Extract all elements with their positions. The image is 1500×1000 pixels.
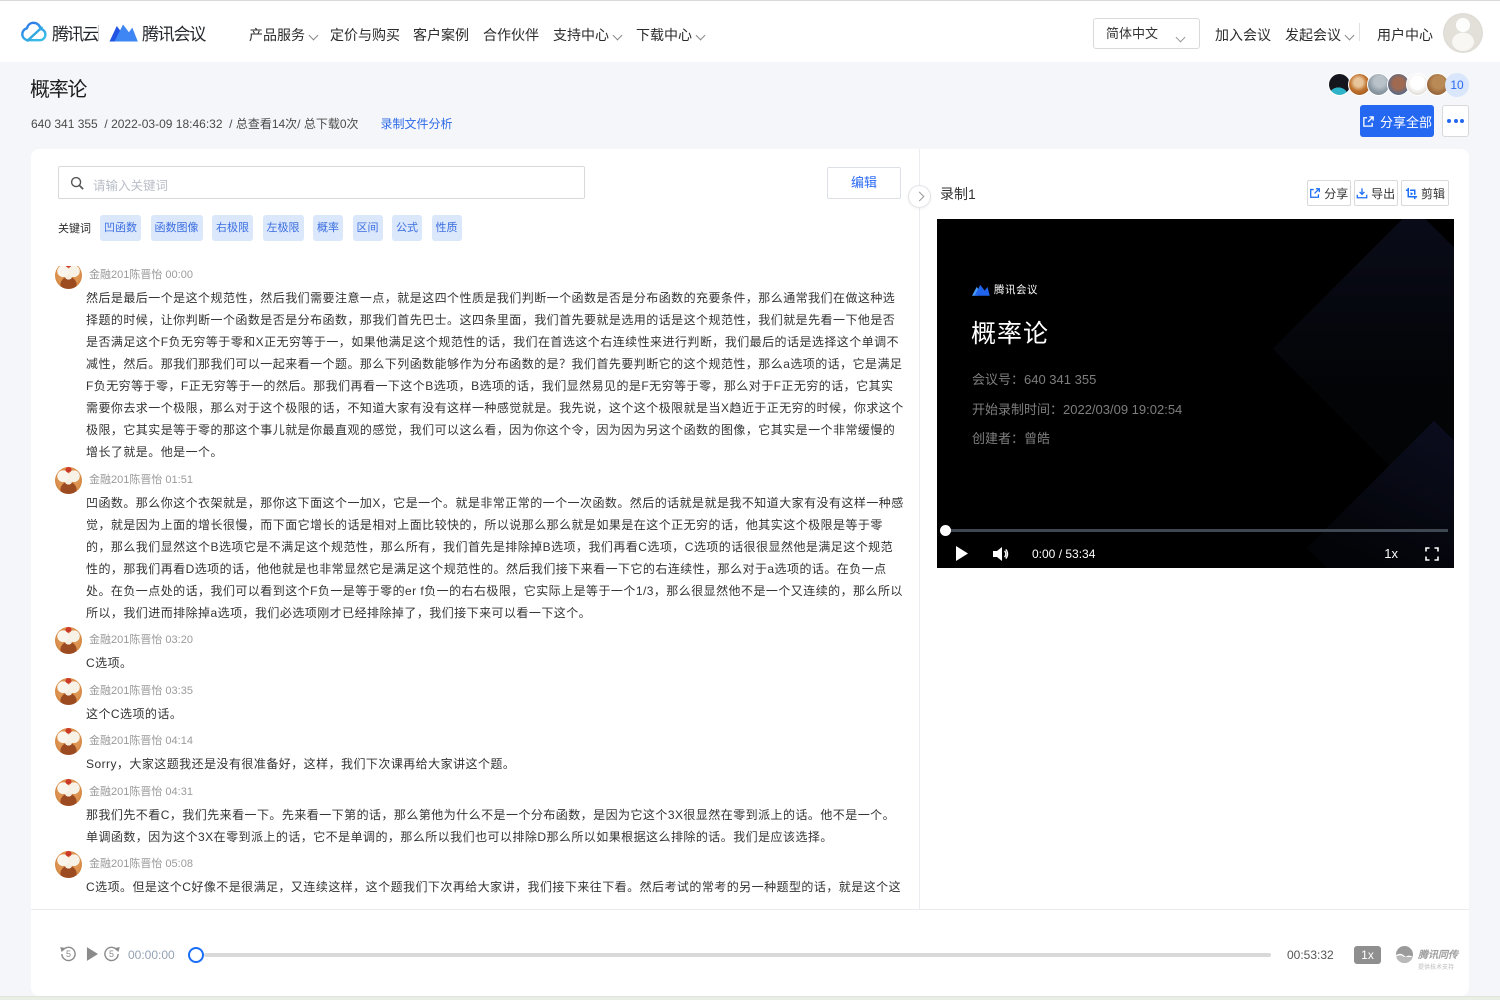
svg-text:5: 5 [66,949,71,959]
svg-text:5: 5 [109,949,114,959]
